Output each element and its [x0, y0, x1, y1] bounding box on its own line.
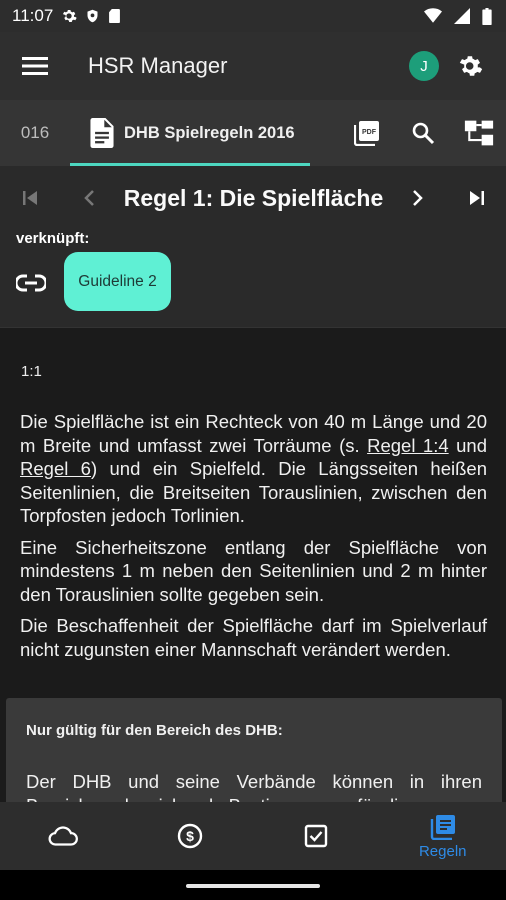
tab-dhb-spielregeln[interactable]: DHB Spielregeln 2016 — [70, 100, 310, 166]
svg-text:$: $ — [186, 828, 194, 844]
status-time: 11:07 — [12, 6, 54, 25]
rule-title: Regel 1: Die Spielfläche — [123, 184, 384, 211]
bottom-navigation: $ Regeln — [0, 802, 506, 870]
rule-paragraph-3: Die Beschaffenheit der Spielfläche darf … — [20, 615, 487, 660]
paragraph-number: 1:1 — [21, 363, 42, 380]
shield-status-icon — [87, 9, 98, 23]
rule-paragraph-2: Eine Sicherheitszone entlang der Spielfl… — [20, 536, 487, 605]
note-body: Der DHB und seine Verbände können in ihr… — [26, 771, 482, 802]
nav-item-checkbox[interactable] — [253, 802, 380, 870]
app-title: HSR Manager — [88, 53, 228, 78]
guideline-chip[interactable]: Guideline 2 — [64, 252, 171, 311]
app-bar: HSR Manager J — [0, 32, 506, 100]
rules-book-icon — [428, 812, 458, 842]
nav-item-rules[interactable]: Regeln — [380, 802, 506, 870]
linked-label: verknüpft: — [16, 230, 90, 247]
rule-link-1-4[interactable]: Regel 1:4 — [367, 435, 449, 456]
status-bar: 11:07 — [0, 0, 506, 32]
signal-icon — [454, 8, 470, 24]
text-segment: ) und ein Spielfeld. Die Längsseiten hei… — [20, 458, 487, 526]
gesture-bar — [0, 870, 506, 900]
dhb-note-box: Nur gültig für den Bereich des DHB: Der … — [6, 698, 502, 802]
rule-link-6[interactable]: Regel 6 — [20, 458, 91, 479]
nav-item-dollar[interactable]: $ — [127, 802, 254, 870]
checkbox-icon — [301, 821, 331, 851]
last-rule-icon[interactable] — [462, 183, 492, 213]
text-segment: und — [448, 434, 488, 456]
document-icon — [90, 118, 114, 148]
gesture-handle[interactable] — [186, 884, 320, 888]
search-icon[interactable] — [408, 118, 438, 148]
settings-status-icon — [63, 10, 77, 22]
rule-paragraph-1: Die Spielfläche ist ein Rechteck von 40 … — [20, 410, 487, 528]
tab-previous[interactable]: 016 — [0, 123, 70, 143]
svg-text:PDF: PDF — [362, 129, 377, 136]
battery-icon — [482, 7, 492, 25]
nav-item-cloud[interactable] — [0, 802, 127, 870]
next-rule-icon[interactable] — [403, 183, 433, 213]
wifi-icon — [424, 8, 442, 23]
sim-card-icon — [109, 8, 121, 24]
avatar[interactable]: J — [409, 51, 439, 81]
linked-section: verknüpft: Guideline 2 — [0, 230, 506, 327]
previous-rule-icon[interactable] — [74, 183, 104, 213]
rule-navigation: Regel 1: Die Spielfläche — [0, 166, 506, 230]
note-title: Nur gültig für den Bereich des DHB: — [26, 722, 283, 739]
nav-label-rules: Regeln — [418, 843, 467, 860]
menu-icon[interactable] — [20, 51, 50, 81]
rule-content: 1:1 Die Spielfläche ist ein Rechteck von… — [0, 328, 506, 802]
cloud-icon — [48, 821, 79, 851]
document-tab-bar: 016 DHB Spielregeln 2016 PDF — [0, 100, 506, 166]
first-rule-icon[interactable] — [15, 183, 45, 213]
tree-view-icon[interactable] — [464, 118, 494, 148]
pdf-icon[interactable]: PDF — [352, 118, 382, 148]
rule-text: Die Spielfläche ist ein Rechteck von 40 … — [20, 410, 487, 669]
gear-icon[interactable] — [456, 51, 486, 81]
tab-label: DHB Spielregeln 2016 — [124, 123, 295, 142]
dollar-icon: $ — [175, 821, 205, 851]
link-icon — [16, 274, 46, 292]
